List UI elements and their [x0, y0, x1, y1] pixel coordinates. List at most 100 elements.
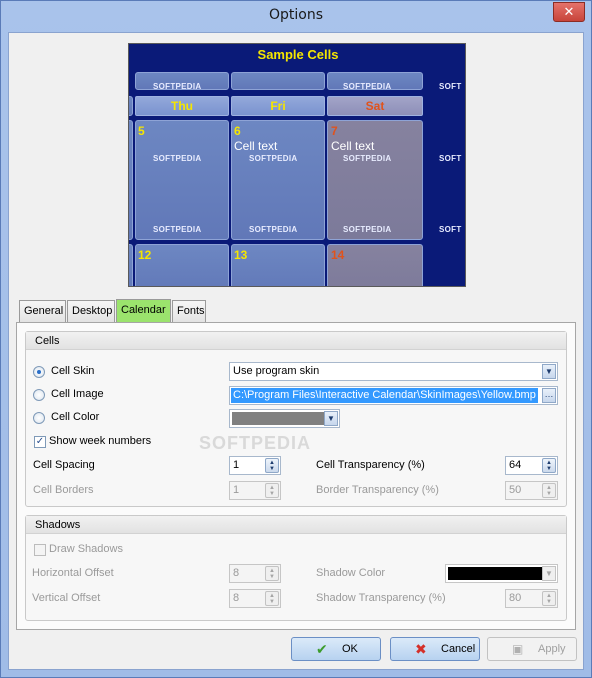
cell-color-label: Cell Color — [51, 411, 100, 423]
spin-arrows-icon[interactable]: ▲ ▼ — [542, 483, 556, 498]
browse-ellipsis-icon[interactable]: … — [542, 388, 556, 403]
preview-day-number: 7 — [331, 124, 338, 138]
calendar-preview: Sample Cells Thu Fri Sat 5 6 Cell text 7… — [128, 43, 466, 287]
window-title: Options — [268, 7, 324, 23]
spin-arrows-icon[interactable]: ▲ ▼ — [542, 591, 556, 606]
preview-edge-cell — [129, 244, 133, 286]
watermark: SOFT — [439, 82, 462, 91]
watermark: SOFTPEDIA — [153, 154, 202, 163]
checkmark-icon: ✔ — [316, 641, 328, 657]
border-transparency-value: 50 — [509, 484, 522, 496]
cell-image-radio[interactable] — [33, 389, 45, 401]
cells-group: Cells Cell Skin Use program skin ▼ Cell … — [25, 331, 567, 507]
cell-color-radio[interactable] — [33, 412, 45, 424]
preview-header-cell — [231, 72, 325, 90]
spin-arrows-icon[interactable]: ▲ ▼ — [542, 458, 556, 473]
cell-skin-radio[interactable] — [33, 366, 45, 378]
cell-borders-label: Cell Borders — [33, 484, 94, 496]
horizontal-offset-spinner[interactable]: 8 ▲ ▼ — [229, 564, 281, 583]
cell-image-label: Cell Image — [51, 388, 104, 400]
border-transparency-spinner[interactable]: 50 ▲ ▼ — [505, 481, 558, 500]
cancel-button-label: Cancel — [441, 643, 476, 655]
shadow-color-picker[interactable]: ▼ — [445, 564, 558, 583]
spin-arrows-icon[interactable]: ▲ ▼ — [265, 566, 279, 581]
draw-shadows-checkbox[interactable] — [34, 544, 46, 556]
tab-calendar[interactable]: Calendar — [116, 299, 171, 322]
vertical-offset-label: Vertical Offset — [32, 592, 101, 604]
shadow-color-swatch — [448, 567, 542, 580]
watermark: SOFTPEDIA — [249, 154, 298, 163]
horizontal-offset-value: 8 — [233, 567, 240, 579]
spin-arrows-icon[interactable]: ▲ ▼ — [265, 458, 279, 473]
chevron-down-icon[interactable]: ▼ — [542, 364, 556, 379]
apply-button[interactable]: ▣ Apply — [487, 637, 577, 661]
shadows-group-header: Shadows — [26, 516, 566, 534]
show-week-numbers-label: Show week numbers — [49, 435, 152, 447]
apply-button-label: Apply — [538, 643, 566, 655]
preview-day-fri: Fri — [231, 96, 325, 116]
cell-transparency-spinner[interactable]: 64 ▲ ▼ — [505, 456, 558, 475]
preview-day-number: 5 — [138, 124, 145, 138]
shadow-color-label: Shadow Color — [316, 567, 386, 579]
watermark: SOFTPEDIA — [249, 225, 298, 234]
cell-image-path-field[interactable]: C:\Program Files\Interactive Calendar\Sk… — [229, 386, 558, 405]
vertical-offset-spinner[interactable]: 8 ▲ ▼ — [229, 589, 281, 608]
watermark-overlay: SOFTPEDIA — [199, 433, 312, 453]
shadow-transparency-spinner[interactable]: 80 ▲ ▼ — [505, 589, 558, 608]
calendar-tab-panel: Cells Cell Skin Use program skin ▼ Cell … — [16, 322, 576, 630]
preview-title: Sample Cells — [257, 47, 339, 62]
cell-image-path: C:\Program Files\Interactive Calendar\Sk… — [231, 388, 538, 403]
chevron-down-icon[interactable]: ▼ — [324, 411, 338, 426]
spin-arrows-icon[interactable]: ▲ ▼ — [265, 591, 279, 606]
preview-day-sat: Sat — [327, 96, 423, 116]
close-icon: ✕ — [563, 4, 575, 19]
preview-edge-cell — [129, 96, 133, 116]
show-week-numbers-checkbox[interactable]: ✓ — [34, 436, 46, 448]
shadow-transparency-value: 80 — [509, 592, 522, 604]
floppy-icon: ▣ — [512, 642, 524, 656]
cell-borders-spinner[interactable]: 1 ▲ ▼ — [229, 481, 281, 500]
preview-cell-7 — [327, 120, 423, 240]
horizontal-offset-label: Horizontal Offset — [32, 567, 114, 579]
tab-general[interactable]: General — [19, 300, 66, 322]
preview-edge-cell — [129, 120, 133, 240]
options-window: Options ✕ Sample Cells Thu Fri Sat 5 6 C… — [0, 0, 592, 678]
cancel-button[interactable]: ✖ Cancel — [390, 637, 480, 661]
preview-day-number: 6 — [234, 124, 241, 138]
preview-day-number: 13 — [234, 248, 248, 262]
watermark: SOFTPEDIA — [343, 82, 392, 91]
preview-cell-text: Cell text — [331, 139, 375, 153]
cell-spacing-spinner[interactable]: 1 ▲ ▼ — [229, 456, 281, 475]
cell-skin-select[interactable]: Use program skin ▼ — [229, 362, 558, 381]
x-icon: ✖ — [415, 641, 427, 657]
border-transparency-label: Border Transparency (%) — [316, 484, 439, 496]
watermark: SOFTPEDIA — [343, 225, 392, 234]
preview-cell-6 — [231, 120, 325, 240]
watermark: SOFT — [439, 154, 462, 163]
close-button[interactable]: ✕ — [553, 2, 585, 22]
cell-spacing-value: 1 — [233, 459, 240, 471]
watermark: SOFTPEDIA — [153, 225, 202, 234]
preview-cell-5 — [135, 120, 229, 240]
shadows-group: Shadows Draw Shadows Horizontal Offset 8… — [25, 515, 567, 621]
chevron-down-icon[interactable]: ▼ — [542, 566, 556, 581]
preview-day-number: 14 — [331, 248, 345, 262]
tab-fonts[interactable]: Fonts — [172, 300, 206, 322]
watermark: SOFT — [439, 225, 462, 234]
cell-color-picker[interactable]: ▼ — [229, 409, 340, 428]
ok-button[interactable]: ✔ OK — [291, 637, 381, 661]
cell-spacing-label: Cell Spacing — [33, 459, 95, 471]
dialog-client-area: Sample Cells Thu Fri Sat 5 6 Cell text 7… — [8, 32, 584, 670]
tab-desktop[interactable]: Desktop — [67, 300, 115, 322]
draw-shadows-label: Draw Shadows — [49, 543, 123, 555]
cell-skin-value: Use program skin — [233, 365, 320, 377]
cell-skin-label: Cell Skin — [51, 365, 95, 377]
preview-day-number: 12 — [138, 248, 152, 262]
vertical-offset-value: 8 — [233, 592, 240, 604]
spin-arrows-icon[interactable]: ▲ ▼ — [265, 483, 279, 498]
preview-day-thu: Thu — [135, 96, 229, 116]
cell-borders-value: 1 — [233, 484, 240, 496]
ok-button-label: OK — [342, 643, 358, 655]
title-bar[interactable]: Options ✕ — [1, 1, 591, 32]
cell-transparency-label: Cell Transparency (%) — [316, 459, 425, 471]
